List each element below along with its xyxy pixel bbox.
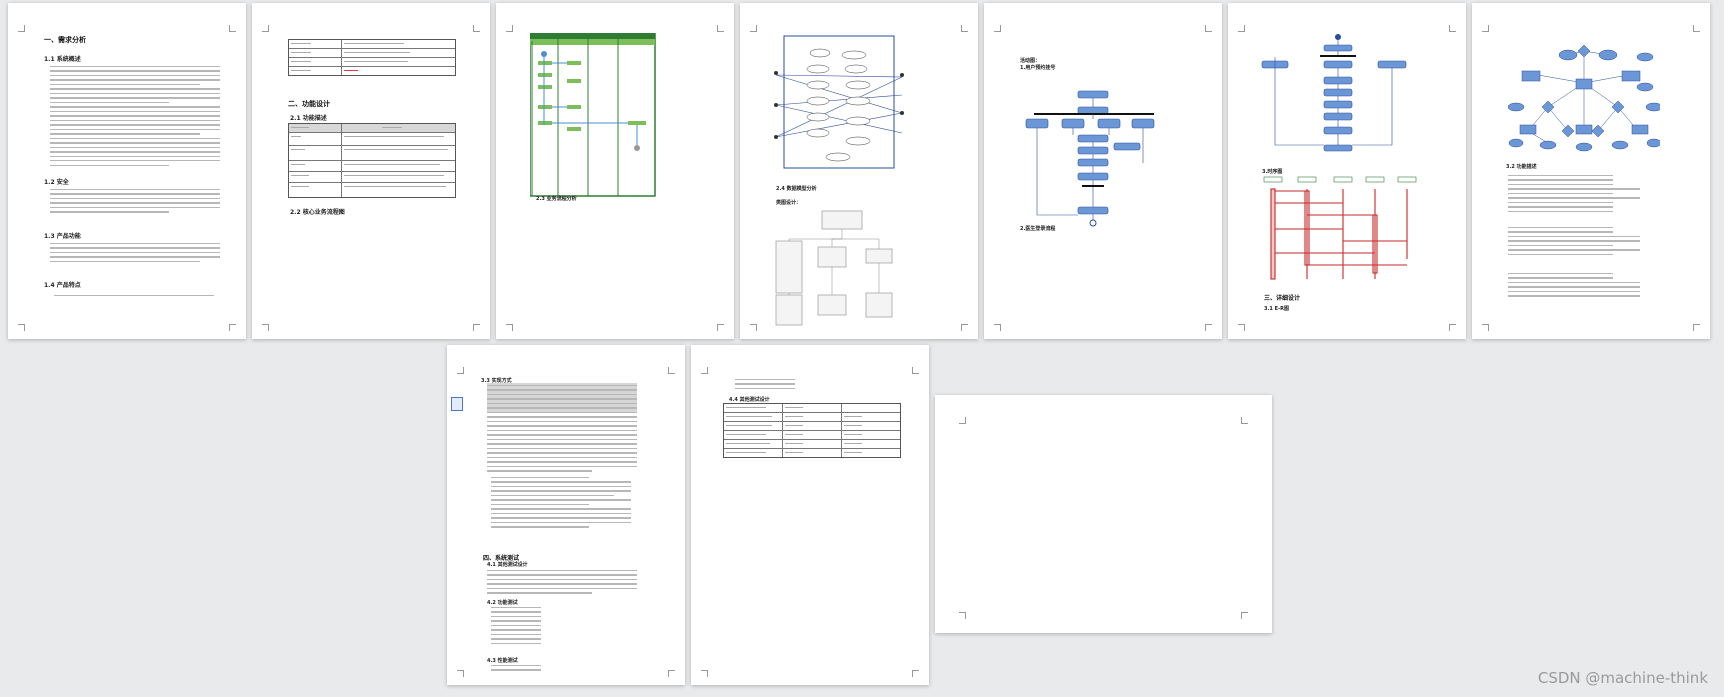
figure-caption: 2.医生登录流程 — [1020, 226, 1056, 232]
swimlane-diagram — [530, 33, 656, 197]
corner-mark — [18, 25, 25, 32]
subsection-heading: 1.2 安全 — [44, 179, 69, 186]
corner-mark — [668, 670, 675, 677]
corner-mark — [1449, 324, 1456, 331]
list-items — [735, 379, 795, 392]
subsection-heading: 2.1 功能描述 — [290, 115, 327, 122]
diagram-title: 活动图： — [1020, 58, 1041, 64]
use-case-diagram — [774, 35, 904, 169]
corner-mark — [959, 417, 966, 424]
corner-mark — [457, 670, 464, 677]
paragraph-text — [1508, 227, 1658, 258]
corner-mark — [1241, 612, 1248, 619]
corner-mark — [750, 324, 757, 331]
corner-mark — [912, 367, 919, 374]
document-page-3: 2.3 业务流程分析 — [496, 3, 734, 339]
corner-mark — [1449, 25, 1456, 32]
corner-mark — [668, 367, 675, 374]
section-heading: 一、需求分析 — [44, 36, 86, 44]
corner-mark — [262, 25, 269, 32]
corner-mark — [717, 25, 724, 32]
figure-caption: 2.3 业务流程分析 — [536, 196, 577, 202]
document-page-10 — [935, 395, 1272, 633]
corner-mark — [717, 324, 724, 331]
corner-mark — [701, 367, 708, 374]
class-diagram — [775, 210, 893, 326]
paragraph-text — [54, 295, 214, 299]
corner-mark — [959, 612, 966, 619]
corner-mark — [750, 25, 757, 32]
corner-mark — [1241, 417, 1248, 424]
er-diagram — [1508, 44, 1660, 152]
activity-diagram — [1025, 90, 1155, 227]
corner-mark — [506, 324, 513, 331]
test-table — [723, 403, 901, 458]
corner-mark — [1693, 324, 1700, 331]
corner-mark — [961, 324, 968, 331]
paragraph-text — [487, 570, 637, 597]
subsection-heading: 4.3 性能测试 — [487, 658, 518, 664]
activity-diagram — [1261, 34, 1407, 152]
subsection-heading: 1.4 产品特点 — [44, 282, 81, 289]
figure-caption: 2.4 数据模型分析 — [776, 186, 817, 192]
diagram-subtitle: 1.用户预约挂号 — [1020, 65, 1056, 71]
list-items — [491, 665, 541, 674]
subsection-heading: 1.3 产品功能 — [44, 233, 81, 240]
corner-mark — [457, 367, 464, 374]
code-text — [491, 477, 631, 531]
subsection-heading: 3.2 功能描述 — [1506, 164, 1537, 170]
corner-mark — [229, 324, 236, 331]
function-table — [288, 123, 456, 198]
corner-mark — [961, 25, 968, 32]
corner-mark — [18, 324, 25, 331]
document-page-5: 活动图： 1.用户预约挂号 2.医生登录流程 — [984, 3, 1222, 339]
corner-mark — [1238, 324, 1245, 331]
corner-mark — [506, 25, 513, 32]
corner-mark — [994, 324, 1001, 331]
paragraph-text — [1508, 175, 1658, 215]
corner-mark — [1205, 25, 1212, 32]
paragraph-text — [1508, 273, 1658, 300]
corner-mark — [1482, 324, 1489, 331]
document-page-4: 2.4 数据模型分析 类图设计： — [740, 3, 978, 339]
paragraph-text — [50, 243, 220, 265]
corner-mark — [994, 25, 1001, 32]
document-page-1: 一、需求分析 1.1 系统概述 1.2 安全 1.3 产品功能 1.4 产品特点 — [8, 3, 246, 339]
corner-mark — [1205, 324, 1212, 331]
document-page-2: 二、功能设计 2.1 功能描述 2.2 核心业务流程图 — [252, 3, 490, 339]
subsection-heading: 3.1 E-R图 — [1264, 306, 1289, 312]
corner-mark — [1238, 25, 1245, 32]
subsection-heading: 4.2 功能测试 — [487, 600, 518, 606]
sequence-diagram — [1263, 176, 1417, 280]
subsection-heading: 2.2 核心业务流程图 — [290, 209, 345, 216]
figure-caption: 3.时序图 — [1262, 169, 1283, 175]
section-heading: 二、功能设计 — [288, 100, 330, 108]
document-page-7: 3.2 功能描述 — [1472, 3, 1710, 339]
subsection-heading: 4.1 其他测试设计 — [487, 562, 528, 568]
corner-mark — [473, 324, 480, 331]
figure-subtitle: 类图设计： — [776, 200, 802, 206]
data-table — [288, 39, 456, 76]
document-page-9: 4.4 其他测试设计 — [691, 345, 929, 685]
paragraph-text — [50, 66, 220, 169]
document-page-6: 3.时序图 三、详细设计 3.1 E-R图 — [1228, 3, 1466, 339]
subsection-heading: 4.4 其他测试设计 — [729, 397, 770, 403]
corner-mark — [1482, 25, 1489, 32]
list-items — [491, 607, 541, 647]
corner-mark — [701, 670, 708, 677]
comment-icon[interactable] — [451, 397, 463, 411]
paragraph-text — [487, 385, 637, 475]
corner-mark — [229, 25, 236, 32]
csdn-watermark: CSDN @machine-think — [1537, 669, 1708, 687]
corner-mark — [473, 25, 480, 32]
corner-mark — [1693, 25, 1700, 32]
subsection-heading: 1.1 系统概述 — [44, 56, 81, 63]
paragraph-text — [50, 189, 220, 216]
corner-mark — [912, 670, 919, 677]
document-page-8: 3.3 实现方式 四、系统测试 4.1 其他测试设计 4.2 功能测试 4.3 … — [447, 345, 685, 685]
section-heading: 三、详细设计 — [1264, 295, 1301, 302]
corner-mark — [262, 324, 269, 331]
